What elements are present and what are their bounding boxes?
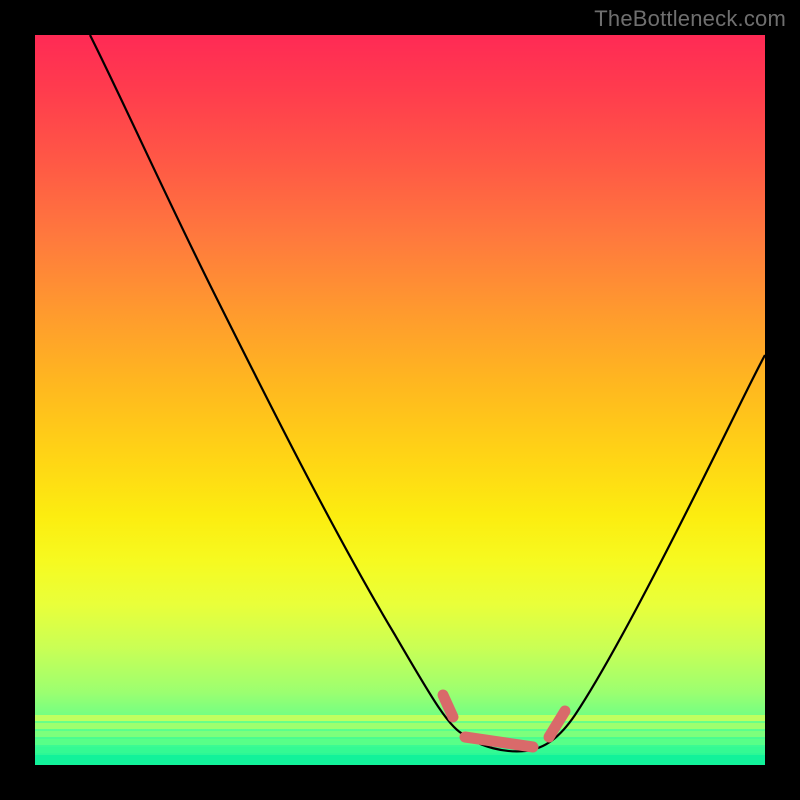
valley-dash — [443, 695, 453, 717]
valley-marker — [443, 695, 565, 747]
valley-dash — [549, 711, 565, 737]
watermark-text: TheBottleneck.com — [594, 6, 786, 32]
chart-container: TheBottleneck.com — [0, 0, 800, 800]
bottleneck-curve — [90, 35, 765, 751]
valley-dash — [465, 737, 533, 747]
chart-svg — [35, 35, 765, 765]
plot-area — [35, 35, 765, 765]
